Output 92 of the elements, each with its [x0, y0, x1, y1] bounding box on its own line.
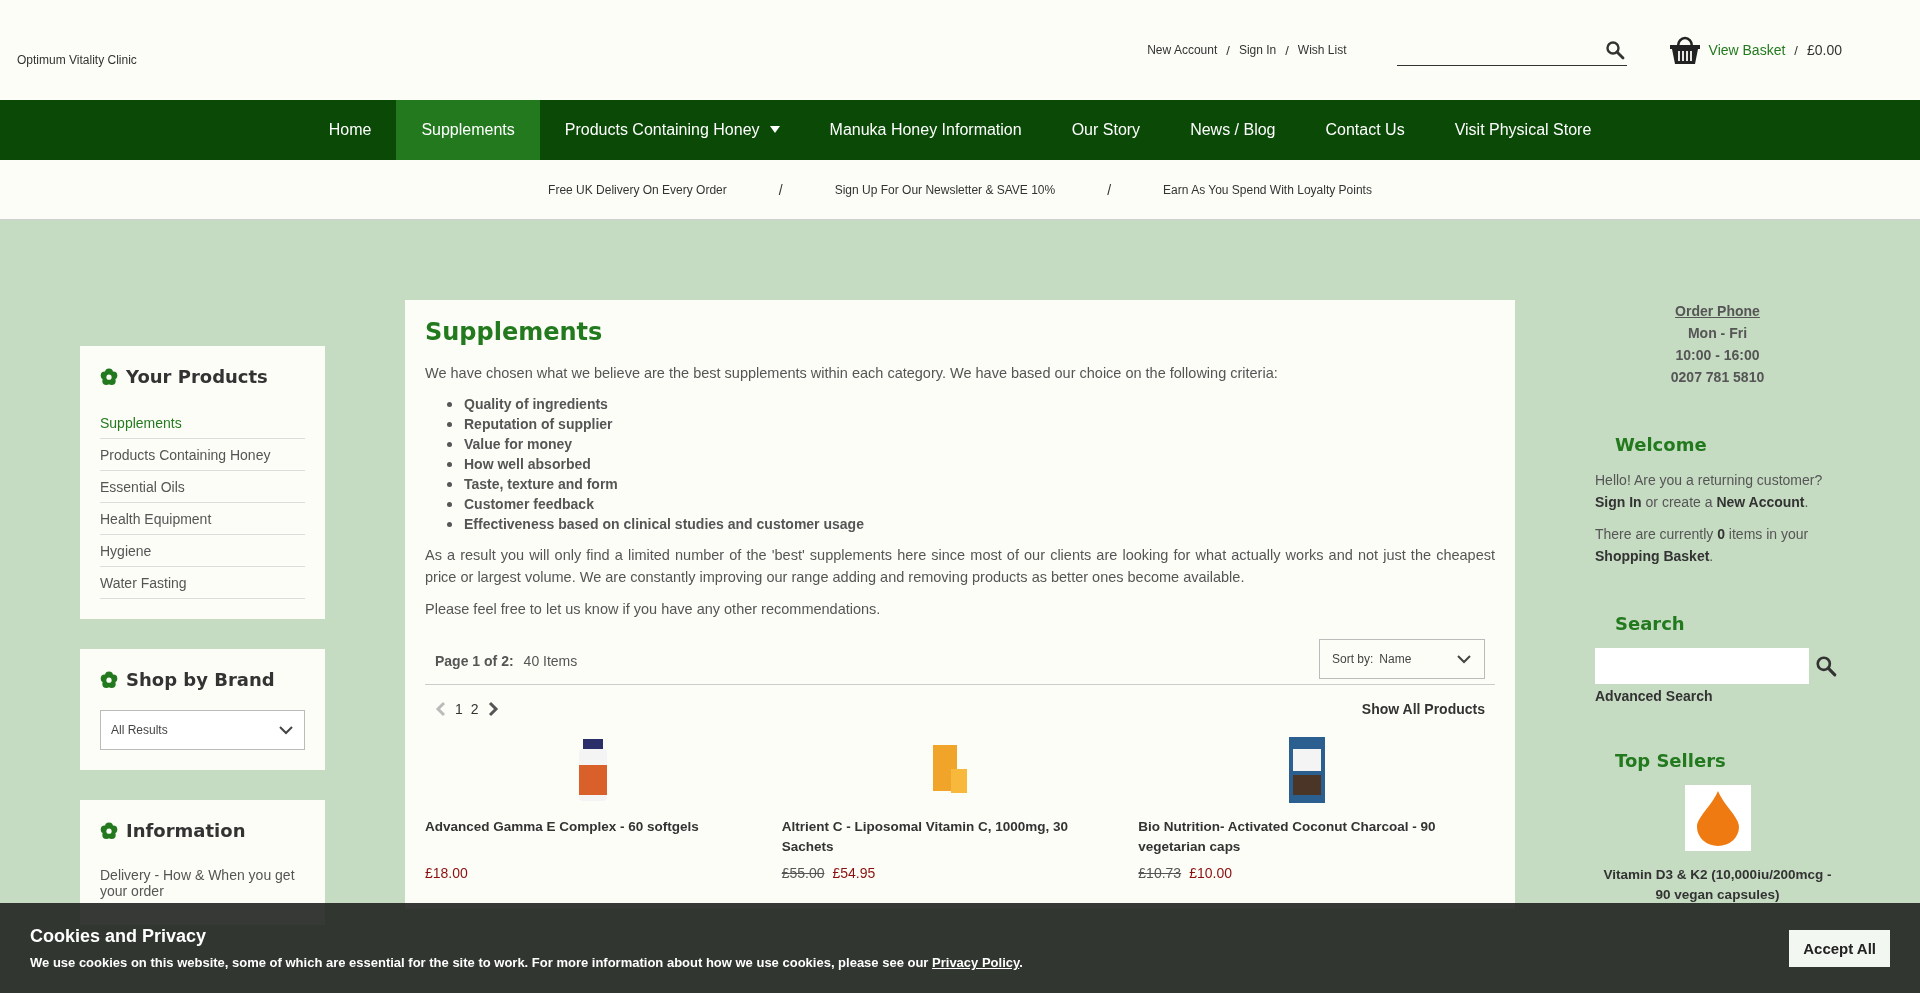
product-photo — [577, 739, 610, 801]
product-name[interactable]: Bio Nutrition- Activated Coconut Charcoal - 90 vegetarian caps — [1138, 817, 1475, 857]
advanced-search-link[interactable]: Advanced Search — [1595, 688, 1840, 704]
old-price: £55.00 — [781, 865, 825, 881]
show-all-link[interactable]: Show All Products — [1361, 701, 1485, 717]
chevron-down-icon — [1456, 654, 1472, 664]
next-page-icon[interactable] — [486, 701, 499, 717]
page-link[interactable]: 2 — [470, 701, 479, 717]
account-link[interactable]: Sign In — [1238, 43, 1277, 57]
phone-info: 0207 781 5810 — [1670, 368, 1765, 387]
price: £10.00 — [1189, 865, 1232, 881]
promo-link[interactable]: Earn As You Spend With Loyalty Points — [1163, 182, 1372, 197]
search-icon[interactable] — [1815, 655, 1837, 677]
nav-item[interactable]: Our Story — [1046, 100, 1166, 160]
nav-item[interactable]: Products Containing Honey — [539, 100, 805, 160]
product-name[interactable]: Advanced Gamma E Complex - 60 softgels — [425, 817, 762, 857]
price: £54.95 — [832, 865, 876, 881]
promo-link[interactable]: Sign Up For Our Newsletter & SAVE 10% — [834, 182, 1056, 197]
criteria-item: Reputation of supplier — [464, 416, 613, 432]
paragraph: As a result you will only find a limited number of the 'best' supplements here since most of our clients are looking for what actually works and not just the cheapest price or largest volume. We are constantly improving our range adding and removing products as better ones become available. — [425, 546, 1495, 587]
cookie-title: Cookies and Privacy — [30, 926, 208, 947]
accept-all-button[interactable]: Accept All — [1789, 929, 1890, 967]
site-name[interactable]: Optimum Vitality Clinic — [17, 53, 137, 67]
criteria-item: Customer feedback — [464, 496, 594, 512]
nav-item[interactable]: News / Blog — [1165, 100, 1301, 160]
category-link[interactable]: Health Equipment — [100, 503, 305, 535]
page-heading: Supplements — [425, 318, 604, 346]
search-icon — [1604, 39, 1625, 60]
separator: / — [1107, 181, 1112, 198]
separator: / — [1226, 42, 1230, 58]
info-link[interactable]: Delivery - How & When you get your order — [100, 861, 305, 905]
separator: / — [778, 181, 783, 198]
product-name[interactable]: Vitamin D3 & K2 (10,000iu/200mcg - 90 vegan capsules) — [1595, 865, 1840, 905]
bullet-icon — [447, 521, 452, 527]
old-price: £10.73 — [1138, 865, 1182, 881]
view-basket-link[interactable]: View Basket — [1708, 42, 1786, 58]
criteria-item: Quality of ingredients — [464, 396, 608, 412]
product-photo — [1287, 737, 1326, 803]
welcome-text: Hello! Are you a returning customer? Sign In or create a New Account. — [1595, 471, 1824, 512]
criteria-item: Effectiveness based on clinical studies and customer usage — [464, 516, 864, 532]
nav-item[interactable]: Supplements — [396, 100, 540, 160]
section-heading: Welcome — [1615, 434, 1708, 455]
category-link[interactable]: Water Fasting — [100, 567, 305, 599]
box-heading: Your Products — [126, 366, 268, 387]
account-link[interactable]: Wish List — [1297, 43, 1347, 57]
chevron-down-icon — [278, 725, 294, 735]
nav-item[interactable]: Manuka Honey Information — [804, 100, 1047, 160]
box-heading: Information — [126, 820, 246, 841]
bullet-icon — [447, 401, 452, 407]
basket-total: £0.00 — [1806, 42, 1842, 58]
nav-item[interactable]: Home — [303, 100, 397, 160]
nav-item[interactable]: Visit Physical Store — [1429, 100, 1617, 160]
bullet-icon — [447, 461, 452, 467]
price: £18.00 — [425, 865, 468, 881]
box-heading: Shop by Brand — [126, 669, 275, 690]
bullet-icon — [447, 441, 452, 447]
welcome-text: There are currently 0 items in your Shopping Basket. — [1595, 525, 1810, 566]
criteria-item: Taste, texture and form — [464, 476, 618, 492]
account-link[interactable]: New Account — [1147, 43, 1218, 57]
criteria-item: Value for money — [464, 436, 573, 452]
page-link[interactable]: 1 — [455, 701, 463, 717]
drop-icon — [1694, 789, 1741, 847]
item-count: 40 Items — [523, 653, 578, 669]
intro-text: We have chosen what we believe are the best supplements within each category. We have based our choice on the following criteria: — [425, 364, 1279, 383]
order-phone-link[interactable]: Order Phone — [1675, 300, 1760, 322]
nav-item[interactable]: Contact Us — [1300, 100, 1430, 160]
cookie-message: We use cookies on this website, some of which are essential for the site to work. For more information about how we use cookies, please see our Privacy Policy. — [30, 955, 1023, 970]
bullet-icon — [447, 421, 452, 427]
phone-info: 10:00 - 16:00 — [1675, 346, 1760, 365]
bullet-icon — [447, 481, 452, 487]
separator: / — [1285, 42, 1289, 58]
bullet-icon — [447, 501, 452, 507]
category-link[interactable]: Hygiene — [100, 535, 305, 567]
product-name[interactable]: Altrient C - Liposomal Vitamin C, 1000mg, 30 Sachets — [781, 817, 1119, 857]
category-link[interactable]: Essential Oils — [100, 471, 305, 503]
promo-link[interactable]: Free UK Delivery On Every Order — [548, 182, 727, 197]
phone-info: Mon - Fri — [1687, 324, 1748, 343]
flower-icon — [100, 821, 118, 840]
section-heading: Top Sellers — [1615, 750, 1727, 771]
flower-icon — [100, 367, 118, 386]
section-heading: Search — [1615, 613, 1686, 634]
brand-dropdown[interactable]: All Results — [100, 710, 305, 750]
page-label: Page 1 of 2: — [435, 653, 514, 669]
sort-dropdown[interactable]: Sort by: Name — [1319, 639, 1485, 679]
category-link[interactable]: Products Containing Honey — [100, 439, 305, 471]
search-field[interactable] — [1595, 648, 1809, 684]
separator: / — [1794, 42, 1798, 58]
criteria-item: How well absorbed — [464, 456, 591, 472]
product-photo — [931, 745, 969, 795]
category-link[interactable]: Supplements — [100, 407, 305, 439]
paragraph: Please feel free to let us know if you have any other recommendations. — [425, 600, 882, 619]
flower-icon — [100, 670, 118, 689]
